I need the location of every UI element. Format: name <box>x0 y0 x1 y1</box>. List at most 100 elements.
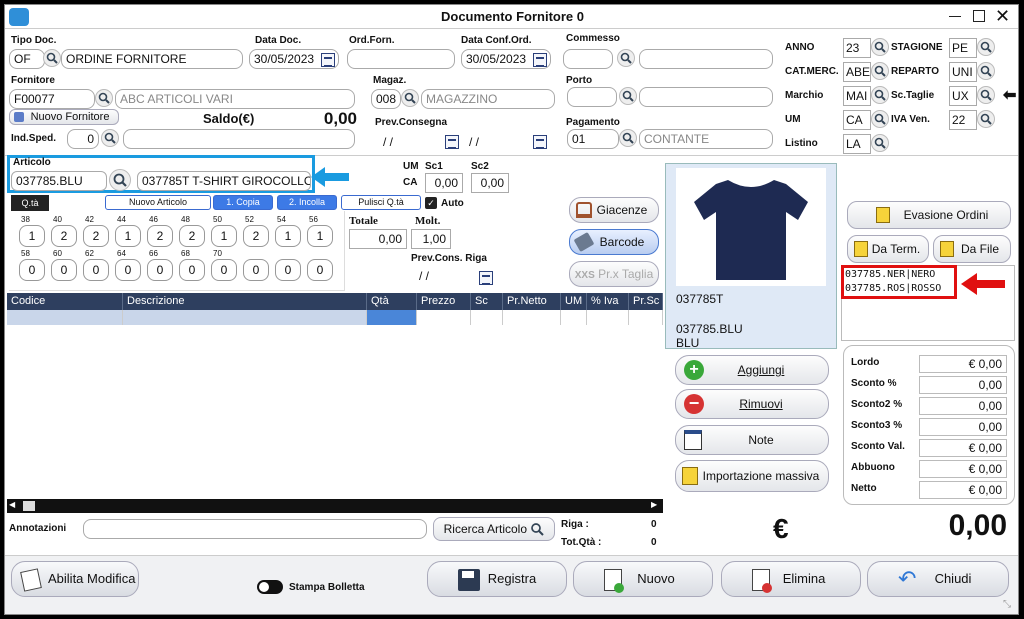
column-header[interactable]: UM <box>561 293 587 310</box>
nuovo-fornitore-button[interactable]: Nuovo Fornitore <box>9 109 119 125</box>
column-header[interactable]: Descrizione <box>123 293 367 310</box>
right-field-search-icon[interactable] <box>871 110 889 128</box>
aggiungi-button[interactable]: + Aggiungi <box>675 355 829 385</box>
right-field-search-icon[interactable] <box>871 62 889 80</box>
collapse-arrow-icon[interactable]: ⬅ <box>1003 85 1016 105</box>
da-term-button[interactable]: Da Term. <box>847 235 929 263</box>
minimize-icon[interactable] <box>949 16 961 17</box>
table-cell[interactable] <box>417 310 471 325</box>
da-file-button[interactable]: Da File <box>933 235 1011 263</box>
chiudi-button[interactable]: ↶ Chiudi <box>867 561 1009 597</box>
close-icon[interactable]: ✕ <box>995 6 1010 27</box>
size-qty-input[interactable]: 1 <box>115 225 141 247</box>
right-field-input[interactable]: MAI <box>843 86 871 106</box>
porto-search-icon[interactable] <box>619 87 637 105</box>
fornitore-code[interactable]: F00077 <box>9 89 95 109</box>
pagamento-code[interactable]: 01 <box>567 129 619 149</box>
prev-consegna-date1[interactable]: / / <box>383 135 393 149</box>
size-qty-input[interactable]: 0 <box>179 259 205 281</box>
resize-grip-icon[interactable]: ⤡ <box>1003 599 1011 610</box>
size-qty-input[interactable]: 0 <box>211 259 237 281</box>
tipo-doc-value[interactable]: ORDINE FORNITORE <box>61 49 243 69</box>
pulisci-qta-button[interactable]: Pulisci Q.tà <box>341 195 421 210</box>
table-hscrollbar[interactable]: ◀ ▶ <box>7 499 663 513</box>
column-header[interactable]: % Iva <box>587 293 629 310</box>
right-field-input[interactable]: UNI <box>949 62 977 82</box>
right-field-search-icon[interactable] <box>871 86 889 104</box>
pagamento-search-icon[interactable] <box>619 129 637 147</box>
right-field-input[interactable]: 23 <box>843 38 871 58</box>
auto-checkbox[interactable]: ✓ <box>425 197 437 209</box>
right-field-input[interactable]: LA <box>843 134 871 154</box>
incolla-button[interactable]: 2. Incolla <box>277 195 337 210</box>
sc2-input[interactable]: 0,00 <box>471 173 509 193</box>
size-qty-input[interactable]: 1 <box>211 225 237 247</box>
nuovo-button[interactable]: Nuovo <box>573 561 713 597</box>
size-qty-input[interactable]: 2 <box>243 225 269 247</box>
column-header[interactable]: Prezzo <box>417 293 471 310</box>
rimuovi-button[interactable]: − Rimuovi <box>675 389 829 419</box>
size-qty-input[interactable]: 2 <box>51 225 77 247</box>
ind-sped-code[interactable]: 0 <box>67 129 99 149</box>
porto-value[interactable] <box>639 87 773 107</box>
column-header[interactable]: Pr.Sc <box>629 293 663 310</box>
ricerca-articolo-button[interactable]: Ricerca Articolo <box>433 517 555 541</box>
scroll-left-icon[interactable]: ◀ <box>9 500 15 509</box>
fornitore-value[interactable]: ABC ARTICOLI VARI <box>115 89 355 109</box>
right-field-search-icon[interactable] <box>977 62 995 80</box>
scroll-right-icon[interactable]: ▶ <box>651 500 657 509</box>
importazione-massiva-button[interactable]: Importazione massiva <box>675 460 829 492</box>
size-qty-input[interactable]: 1 <box>19 225 45 247</box>
prev-consegna-date2[interactable]: / / <box>469 135 479 149</box>
registra-button[interactable]: Registra <box>427 561 567 597</box>
commesso-value[interactable] <box>639 49 773 69</box>
right-field-search-icon[interactable] <box>871 38 889 56</box>
column-header[interactable]: Qtà <box>367 293 417 310</box>
elimina-button[interactable]: Elimina <box>721 561 861 597</box>
size-qty-input[interactable]: 0 <box>307 259 333 281</box>
size-qty-input[interactable]: 0 <box>83 259 109 281</box>
stampa-bolletta-toggle[interactable] <box>257 580 283 594</box>
ord-forn-input[interactable] <box>347 49 455 69</box>
table-cell[interactable] <box>561 310 587 325</box>
size-qty-input[interactable]: 2 <box>147 225 173 247</box>
table-cell[interactable] <box>7 310 123 325</box>
totale-input[interactable]: 0,00 <box>349 229 407 249</box>
pagamento-value[interactable]: CONTANTE <box>639 129 773 149</box>
prev-cons-riga-date[interactable]: / / <box>419 269 429 283</box>
size-qty-input[interactable]: 2 <box>83 225 109 247</box>
table-cell[interactable] <box>367 310 417 325</box>
size-qty-input[interactable]: 0 <box>275 259 301 281</box>
articolo-search-icon[interactable] <box>109 169 131 191</box>
table-cell[interactable] <box>587 310 629 325</box>
fornitore-search-icon[interactable] <box>95 89 113 107</box>
barcode-button[interactable]: Barcode <box>569 229 659 255</box>
prev-consegna-calendar1-icon[interactable] <box>445 135 459 149</box>
nuovo-articolo-button[interactable]: Nuovo Articolo <box>105 195 211 210</box>
right-field-search-icon[interactable] <box>977 38 995 56</box>
prev-cons-riga-calendar-icon[interactable] <box>479 271 493 285</box>
right-field-input[interactable]: 22 <box>949 110 977 130</box>
right-field-search-icon[interactable] <box>871 134 889 152</box>
copia-button[interactable]: 1. Copia <box>213 195 273 210</box>
size-qty-input[interactable]: 2 <box>179 225 205 247</box>
molt-input[interactable]: 1,00 <box>411 229 451 249</box>
data-conf-calendar-icon[interactable] <box>533 53 547 67</box>
note-button[interactable]: Note <box>675 425 829 455</box>
table-cell[interactable] <box>629 310 663 325</box>
size-qty-input[interactable]: 0 <box>19 259 45 281</box>
articolo-desc-input[interactable]: 037785T T-SHIRT GIROCOLLO <box>137 171 311 191</box>
tipo-doc-code[interactable]: OF <box>9 49 45 69</box>
size-qty-input[interactable]: 0 <box>243 259 269 281</box>
tipo-doc-search-icon[interactable] <box>43 49 61 67</box>
column-header[interactable]: Codice <box>7 293 123 310</box>
magaz-value[interactable]: MAGAZZINO <box>421 89 555 109</box>
column-header[interactable]: Pr.Netto <box>503 293 561 310</box>
porto-code[interactable] <box>567 87 617 107</box>
articolo-code-input[interactable]: 037785.BLU <box>11 171 107 191</box>
annotazioni-input[interactable] <box>83 519 427 539</box>
rows-table[interactable]: Codice Descrizione Qtà Prezzo Sc Pr.Netto UM% … <box>7 293 663 499</box>
giacenze-button[interactable]: Giacenze <box>569 197 659 223</box>
right-field-input[interactable]: UX <box>949 86 977 106</box>
commesso-code[interactable] <box>563 49 613 69</box>
